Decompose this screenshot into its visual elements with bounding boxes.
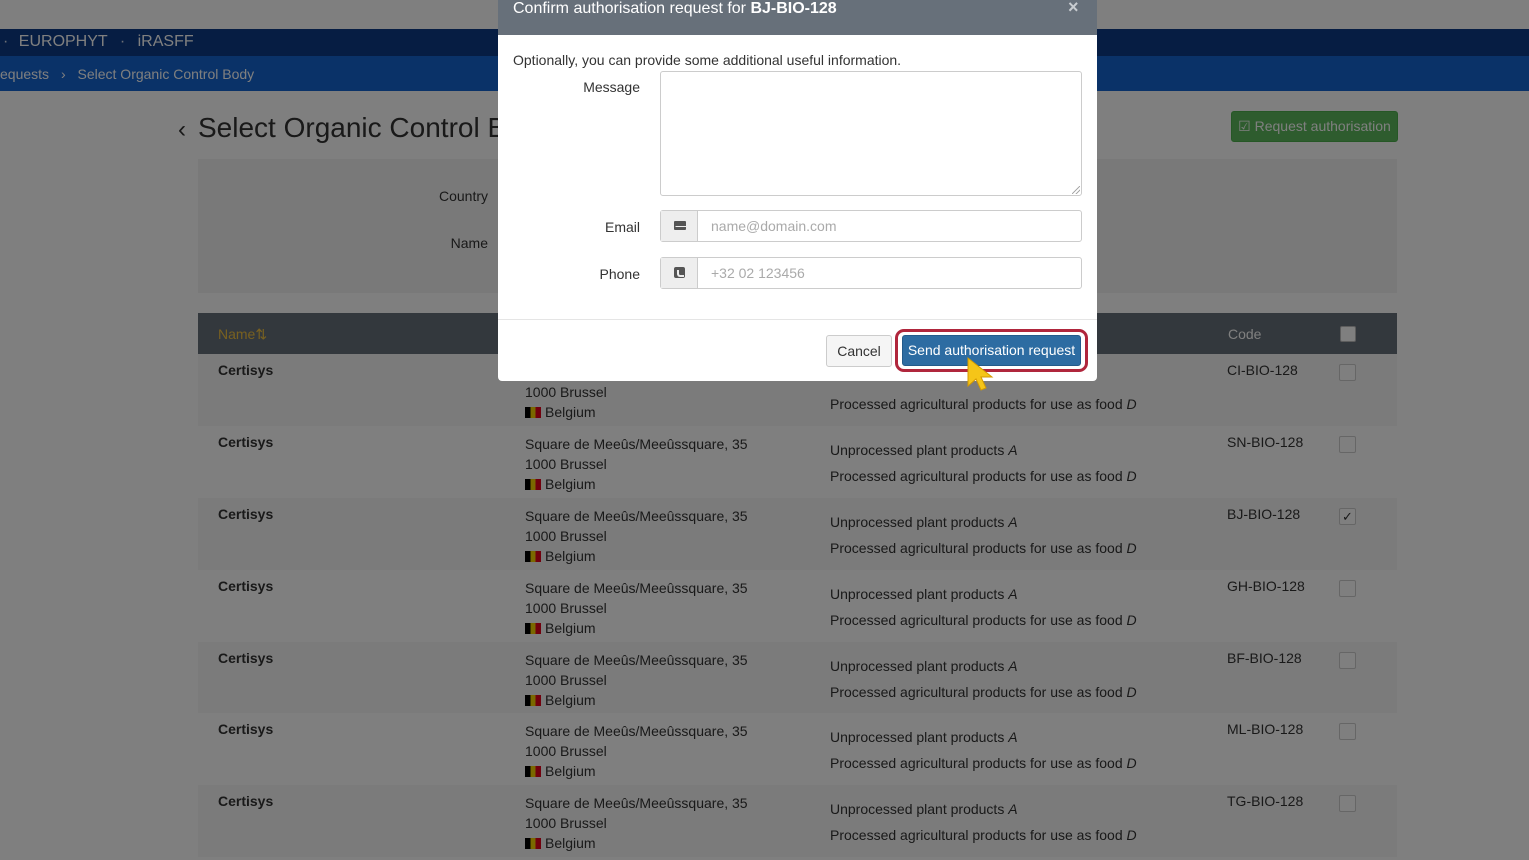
modal-header: Confirm authorisation request for BJ-BIO… (498, 0, 1097, 35)
email-input-group (660, 210, 1082, 242)
email-label: Email (604, 219, 640, 235)
cancel-button[interactable]: Cancel (826, 335, 892, 367)
phone-field[interactable] (699, 258, 1079, 288)
resize-handle-icon[interactable] (1072, 186, 1080, 194)
modal-footer-divider (498, 319, 1097, 320)
message-label: Message (583, 79, 640, 95)
envelope-icon (674, 221, 687, 230)
modal-title: Confirm authorisation request for BJ-BIO… (513, 0, 837, 18)
email-addon (661, 211, 698, 241)
mouse-pointer-icon (967, 356, 994, 391)
modal-title-code: BJ-BIO-128 (750, 0, 837, 17)
phone-addon (661, 258, 698, 288)
phone-input-group (660, 257, 1082, 289)
email-field[interactable] (699, 211, 1079, 241)
modal-title-prefix: Confirm authorisation request for (513, 0, 746, 17)
close-icon[interactable]: × (1068, 0, 1079, 18)
phone-label: Phone (599, 266, 640, 282)
modal-intro-text: Optionally, you can provide some additio… (513, 52, 902, 68)
message-textarea[interactable] (660, 71, 1082, 196)
phone-icon (674, 267, 685, 278)
confirm-authorisation-modal: Confirm authorisation request for BJ-BIO… (498, 0, 1097, 381)
